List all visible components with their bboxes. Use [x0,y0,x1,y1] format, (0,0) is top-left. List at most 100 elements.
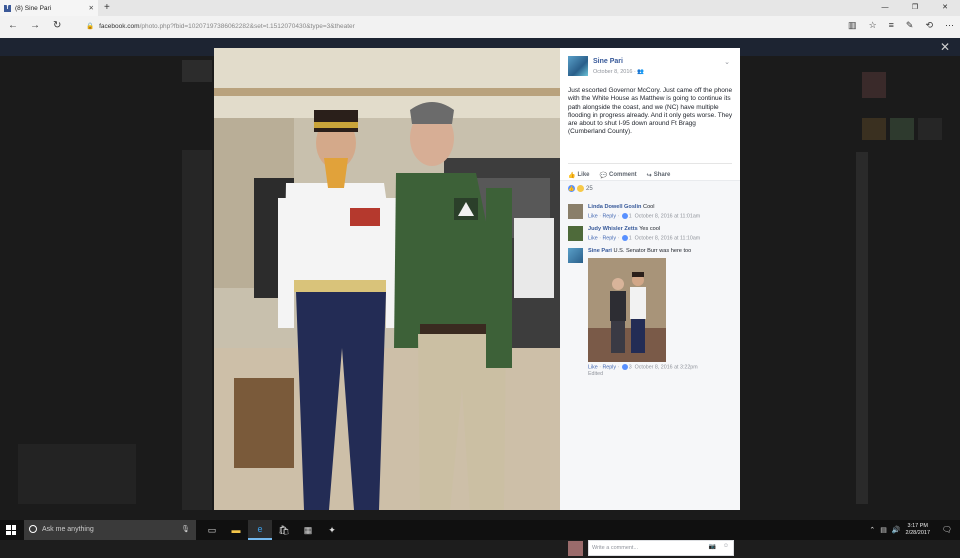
share-arrow-icon: ↪ [646,172,652,179]
main-photo[interactable] [214,48,560,510]
close-tab-icon[interactable]: ✕ [89,4,94,12]
search-placeholder: Ask me anything [42,526,94,533]
author-avatar[interactable] [568,56,588,76]
lock-icon: 🔒 [86,23,95,30]
notes-icon[interactable]: ✎ [906,20,914,31]
network-icon[interactable]: ▤ [880,526,887,534]
audience-icon: 👥 [637,69,645,75]
forward-icon[interactable]: → [30,20,40,31]
post-text: Just escorted Governor McCory. Just came… [568,87,733,136]
tab-title: (8) Sine Pari [15,4,52,12]
search-icon [29,525,37,533]
emoji-icon[interactable]: ☺ [723,543,729,549]
minimize-icon[interactable]: — [870,0,900,16]
commenter-avatar[interactable] [568,204,583,219]
like-badge-icon [621,364,628,370]
commenter-name[interactable]: Judy Whisler Zetts [588,226,638,232]
comment-like-link[interactable]: Like [588,364,598,370]
task-view-icon[interactable]: ▭ [200,520,224,540]
dimmed-profile-thumb [182,60,212,82]
author-name[interactable]: Sine Pari [593,58,623,65]
reading-view-icon[interactable]: ▥ [848,20,857,31]
taskbar: Ask me anything 🎙 ▭ ▬ e 🛍 ▦ ✦ ⌃ ▤ 🔊 3:17… [0,520,960,540]
windows-start-icon[interactable] [6,525,16,535]
write-comment-row: Write a comment... 📷 ☺ [568,540,734,558]
comment-text: U.S. Senator Burr was here too [613,248,692,254]
commenter-avatar[interactable] [568,226,583,241]
dimmed-notification-card [18,444,136,504]
maximize-icon[interactable]: ❐ [900,0,930,16]
back-icon[interactable]: ← [8,20,18,31]
reaction-count: 25 [586,185,593,192]
favorite-icon[interactable]: ☆ [869,20,877,31]
comment-text: Yes cool [639,226,661,232]
clock[interactable]: 3:17 PM 2/28/2017 [906,523,930,537]
comments-section: Linda Dowell Goslin Cool Like · Reply · … [560,196,740,556]
current-user-avatar [568,541,583,556]
reactions-summary[interactable]: 👍 25 [560,180,740,196]
commenter-name[interactable]: Linda Dowell Goslin [588,204,641,210]
store-icon[interactable]: 🛍 [272,520,296,540]
more-icon[interactable]: ⋯ [945,20,954,31]
edge-icon[interactable]: e [248,520,272,540]
comment-like-count[interactable]: 1 [629,213,632,219]
url-field[interactable]: 🔒 facebook.com/photo.php?fbid=1020719738… [86,21,776,33]
thumbs-up-icon: 👍 [568,172,576,179]
tab-strip: f (8) Sine Pari ✕ + — ❐ ✕ [0,0,960,16]
comment-reply-link[interactable]: Reply [602,364,616,370]
browser-tab[interactable]: f (8) Sine Pari ✕ [0,0,98,16]
comment-like-count[interactable]: 3 [629,364,632,370]
comment-like-link[interactable]: Like [588,235,598,241]
url-host: facebook.com [99,23,140,30]
dimmed-ad-thumb [862,72,886,98]
dimmed-game-thumb [918,118,942,140]
comment-like-link[interactable]: Like [588,213,598,219]
photo-illustration [214,48,560,510]
commenter-avatar[interactable] [568,248,583,263]
cortana-search[interactable]: Ask me anything 🎙 [24,520,196,540]
close-icon[interactable]: ✕ [940,40,950,54]
hub-icon[interactable]: ≡ [889,20,894,31]
close-window-icon[interactable]: ✕ [930,0,960,16]
comment-like-count[interactable]: 1 [629,235,632,241]
url-path: /photo.php?fbid=10207197386062282&set=t.… [139,23,355,30]
dimmed-chat-list [856,152,868,504]
comment-photo[interactable] [588,258,666,362]
dimmed-photo-grid [182,150,212,510]
commenter-name[interactable]: Sine Pari [588,248,612,254]
dimmed-game-thumb [890,118,914,140]
system-tray: ⌃ ▤ 🔊 3:17 PM 2/28/2017 [869,520,930,540]
dimmed-game-thumb [862,118,886,140]
tray-chevron-icon[interactable]: ⌃ [869,526,875,534]
camera-icon[interactable]: 📷 [709,543,716,550]
volume-icon[interactable]: 🔊 [892,526,901,534]
share-icon[interactable]: ⟲ [925,20,933,31]
address-bar: ← → ↻ 🔒 facebook.com/photo.php?fbid=1020… [0,16,960,39]
like-badge-icon [621,213,628,219]
refresh-icon[interactable]: ↻ [53,20,61,31]
comment-icon: 💬 [599,172,607,179]
post-date[interactable]: October 8, 2016 · 👥 [593,69,644,75]
facebook-favicon-icon: f [4,4,11,12]
app-icon[interactable]: ✦ [320,520,344,540]
comment-text: Cool [643,204,655,210]
post-panel: Sine Pari October 8, 2016 · 👥 ⌄ Just esc… [560,48,740,556]
comment-time[interactable]: October 8, 2016 at 11:10am [635,235,701,241]
chevron-down-icon[interactable]: ⌄ [724,58,730,66]
window-controls: — ❐ ✕ [870,0,960,16]
notification-icon[interactable]: 🗨 [942,525,952,534]
mic-icon[interactable]: 🎙 [181,520,190,540]
browser-toolbar: ▥ ☆ ≡ ✎ ⟲ ⋯ [848,20,954,31]
comment-photo-illustration [588,258,666,362]
comment-time[interactable]: October 8, 2016 at 3:22pm [635,364,698,370]
comment-time[interactable]: October 8, 2016 at 11:01am [635,213,701,219]
file-explorer-icon[interactable]: ▬ [224,520,248,540]
like-reaction-icon: 👍 [568,185,575,192]
edited-label[interactable]: Edited [588,371,734,378]
new-tab-icon[interactable]: + [104,2,110,13]
taskbar-apps: ▭ ▬ e 🛍 ▦ ✦ [200,520,344,540]
comment-reply-link[interactable]: Reply [602,235,616,241]
comment-reply-link[interactable]: Reply [602,213,616,219]
calculator-icon[interactable]: ▦ [296,520,320,540]
wow-reaction-icon [577,185,584,192]
